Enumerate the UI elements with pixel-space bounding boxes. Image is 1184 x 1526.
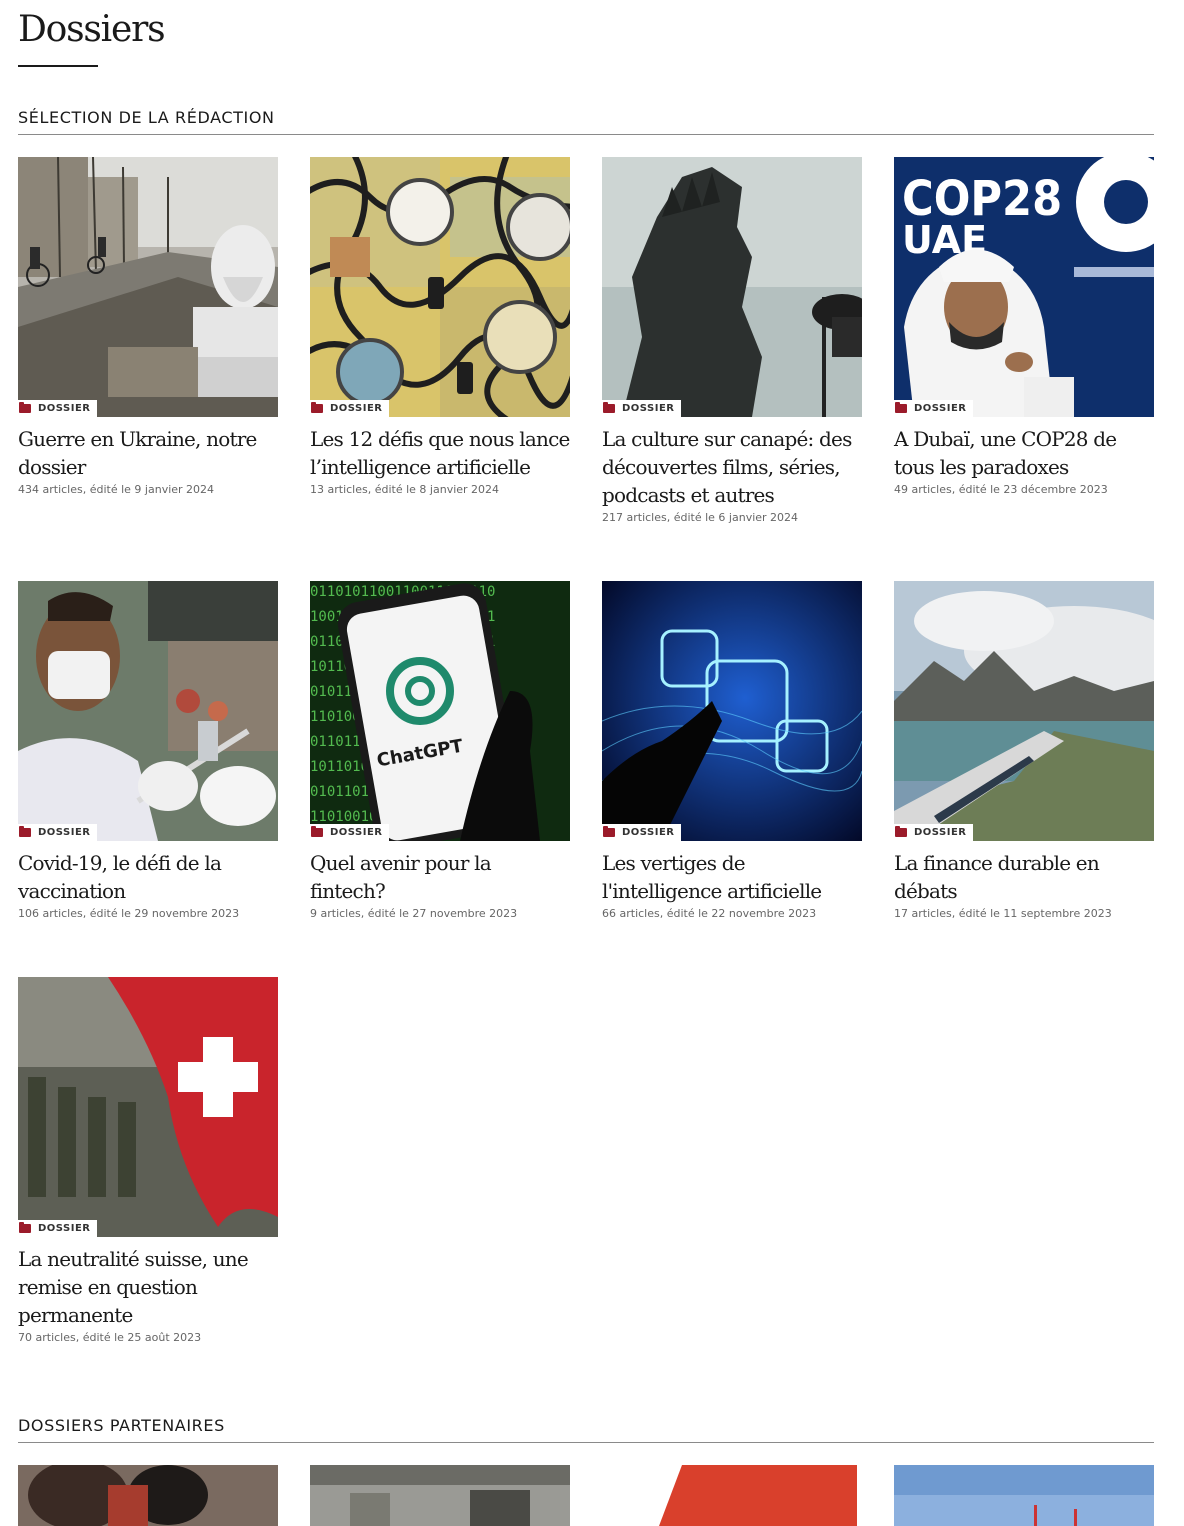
tag-label: DOSSIER bbox=[914, 403, 967, 414]
dossier-tag: DOSSIER bbox=[894, 400, 973, 417]
card-meta: 17 articles, édité le 11 septembre 2023 bbox=[894, 907, 1112, 920]
card-image-ia-collage: DOSSIER bbox=[310, 157, 570, 417]
tag-label: DOSSIER bbox=[914, 827, 967, 838]
folder-icon bbox=[603, 402, 615, 413]
folder-icon bbox=[19, 826, 31, 837]
card-meta: 49 articles, édité le 23 décembre 2023 bbox=[894, 483, 1108, 496]
partner-card-1[interactable] bbox=[18, 1465, 278, 1526]
dossier-tag: DOSSIER bbox=[310, 400, 389, 417]
section-heading-editorial: SÉLECTION DE LA RÉDACTION bbox=[18, 106, 1154, 135]
dossier-card-finance-durable[interactable]: DOSSIER La finance durable en débats 17 … bbox=[894, 581, 1154, 922]
card-image-chatgpt: 0110101100110011010110 10010110111010010… bbox=[310, 581, 570, 841]
partner-image-3 bbox=[602, 1465, 862, 1526]
dossier-tag: DOSSIER bbox=[310, 824, 389, 841]
dossier-tag: DOSSIER bbox=[18, 824, 97, 841]
card-meta: 9 articles, édité le 27 novembre 2023 bbox=[310, 907, 518, 920]
card-image-swiss-flag: DOSSIER bbox=[18, 977, 278, 1237]
dossier-card-fintech[interactable]: 0110101100110011010110 10010110111010010… bbox=[310, 581, 570, 922]
card-title[interactable]: Covid-19, le défi de la vaccination bbox=[18, 849, 278, 905]
card-image-godzilla: DOSSIER bbox=[602, 157, 862, 417]
section-heading-partners: DOSSIERS PARTENAIRES bbox=[18, 1414, 1154, 1443]
card-image-vaccination: DOSSIER bbox=[18, 581, 278, 841]
card-image-ukraine: DOSSIER bbox=[18, 157, 278, 417]
card-title[interactable]: La neutralité suisse, une remise en ques… bbox=[18, 1245, 278, 1329]
card-title[interactable]: A Dubaï, une COP28 de tous les paradoxes bbox=[894, 425, 1154, 481]
folder-icon bbox=[311, 826, 323, 837]
tag-label: DOSSIER bbox=[38, 1223, 91, 1234]
card-meta: 13 articles, édité le 8 janvier 2024 bbox=[310, 483, 500, 496]
partner-card-4[interactable] bbox=[894, 1465, 1154, 1526]
card-meta: 106 articles, édité le 29 novembre 2023 bbox=[18, 907, 240, 920]
folder-icon bbox=[311, 402, 323, 413]
card-title[interactable]: La culture sur canapé: des découvertes f… bbox=[602, 425, 862, 509]
card-title[interactable]: La finance durable en débats bbox=[894, 849, 1154, 905]
card-image-cop28: COP28 UAE DOSSIER bbox=[894, 157, 1154, 417]
title-underline bbox=[18, 65, 98, 67]
card-meta: 66 articles, édité le 22 novembre 2023 bbox=[602, 907, 817, 920]
dossier-card-ukraine[interactable]: DOSSIER Guerre en Ukraine, notre dossier… bbox=[18, 157, 278, 498]
card-meta: 70 articles, édité le 25 août 2023 bbox=[18, 1331, 202, 1344]
dossier-card-neutralite[interactable]: DOSSIER La neutralité suisse, une remise… bbox=[18, 977, 278, 1346]
tag-label: DOSSIER bbox=[622, 403, 675, 414]
page: Dossiers SÉLECTION DE LA RÉDACTION DOSSI… bbox=[0, 0, 1184, 1526]
card-meta: 217 articles, édité le 6 janvier 2024 bbox=[602, 511, 799, 524]
tag-label: DOSSIER bbox=[622, 827, 675, 838]
folder-icon bbox=[19, 1222, 31, 1233]
card-image-alpine-lake: DOSSIER bbox=[894, 581, 1154, 841]
partner-image-1 bbox=[18, 1465, 278, 1526]
page-title: Dossiers bbox=[18, 9, 166, 50]
tag-label: DOSSIER bbox=[38, 827, 91, 838]
folder-icon bbox=[895, 402, 907, 413]
dossier-tag: DOSSIER bbox=[602, 400, 681, 417]
partner-card-2[interactable] bbox=[310, 1465, 570, 1526]
dossier-tag: DOSSIER bbox=[602, 824, 681, 841]
folder-icon bbox=[603, 826, 615, 837]
card-image-ai-hand: DOSSIER bbox=[602, 581, 862, 841]
tag-label: DOSSIER bbox=[38, 403, 91, 414]
card-title[interactable]: Les 12 défis que nous lance l’intelligen… bbox=[310, 425, 570, 481]
dossier-card-culture[interactable]: DOSSIER La culture sur canapé: des décou… bbox=[602, 157, 862, 526]
partner-image-4 bbox=[894, 1465, 1154, 1526]
folder-icon bbox=[19, 402, 31, 413]
tag-label: DOSSIER bbox=[330, 827, 383, 838]
folder-icon bbox=[895, 826, 907, 837]
dossier-card-covid[interactable]: DOSSIER Covid-19, le défi de la vaccinat… bbox=[18, 581, 278, 922]
partner-image-2 bbox=[310, 1465, 570, 1526]
card-title[interactable]: Les vertiges de l'intelligence artificie… bbox=[602, 849, 862, 905]
card-meta: 434 articles, édité le 9 janvier 2024 bbox=[18, 483, 215, 496]
dossier-tag: DOSSIER bbox=[18, 1220, 97, 1237]
dossier-tag: DOSSIER bbox=[894, 824, 973, 841]
partner-card-3[interactable] bbox=[602, 1465, 862, 1526]
card-title[interactable]: Quel avenir pour la fintech? bbox=[310, 849, 570, 905]
tag-label: DOSSIER bbox=[330, 403, 383, 414]
dossier-card-ia-defis[interactable]: DOSSIER Les 12 défis que nous lance l’in… bbox=[310, 157, 570, 498]
dossier-tag: DOSSIER bbox=[18, 400, 97, 417]
card-title[interactable]: Guerre en Ukraine, notre dossier bbox=[18, 425, 278, 481]
dossier-card-vertiges-ia[interactable]: DOSSIER Les vertiges de l'intelligence a… bbox=[602, 581, 862, 922]
dossier-card-cop28[interactable]: COP28 UAE DOSSIER A Dubaï, une COP28 de … bbox=[894, 157, 1154, 498]
